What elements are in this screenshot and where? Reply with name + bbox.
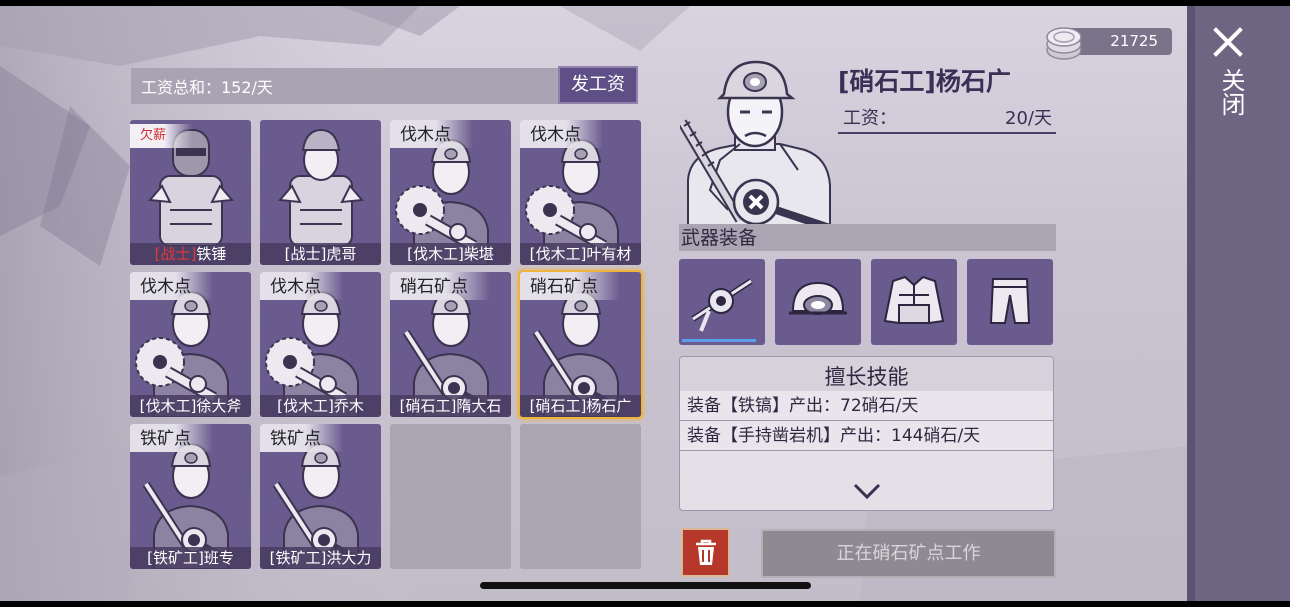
home-indicator[interactable] [480, 582, 811, 589]
salary-value: 20/天 [1005, 108, 1052, 129]
worker-name: [战士]铁锤 [130, 243, 251, 265]
vest-icon [883, 275, 945, 325]
silver-coin-icon [1046, 27, 1082, 60]
worker-card[interactable]: 欠薪 [战士]铁锤 [130, 120, 251, 265]
worker-role: [伐木工] [277, 397, 334, 415]
worker-card[interactable]: 伐木点 [伐木工]叶有材 [520, 120, 641, 265]
rock-drill-icon [691, 278, 753, 332]
pants-icon [989, 278, 1031, 324]
close-icon[interactable] [1212, 26, 1244, 58]
worker-name-text: 乔木 [333, 397, 364, 415]
worker-role: [伐木工] [529, 245, 587, 263]
work-location-label: 伐木点 [260, 272, 343, 300]
worker-name-text: 柴堪 [463, 245, 494, 263]
worker-card[interactable]: 铁矿点 [铁矿工]洪大力 [260, 424, 381, 569]
worker-card[interactable]: [战士]虎哥 [260, 120, 381, 265]
worker-card[interactable]: 硝石矿点 [硝石工]杨石广 [520, 272, 641, 417]
worker-name: [伐木工]徐大斧 [130, 395, 251, 417]
worker-role: [伐木工] [407, 245, 464, 263]
skills-title: 擅长技能 [680, 357, 1053, 391]
worker-role: [硝石工] [529, 397, 587, 415]
work-location-label: 硝石矿点 [390, 272, 490, 300]
worker-name-text: 洪大力 [326, 549, 372, 567]
worker-name: [伐木工]柴堪 [390, 243, 511, 265]
worker-name: [硝石工]隋大石 [390, 395, 511, 417]
work-location-label: 伐木点 [390, 120, 473, 148]
dismiss-worker-button[interactable] [681, 528, 730, 577]
worker-role: [战士] [284, 245, 327, 263]
worker-name: [战士]虎哥 [260, 243, 381, 265]
work-location-label: 硝石矿点 [520, 272, 620, 300]
worker-role: [伐木工] [139, 397, 197, 415]
selected-indicator [682, 339, 756, 342]
worker-role: [硝石工] [399, 397, 457, 415]
worker-name: [铁矿工]班专 [130, 547, 251, 569]
worker-name: [伐木工]乔木 [260, 395, 381, 417]
equipment-slot-legs[interactable] [967, 259, 1053, 345]
work-location-label: 伐木点 [520, 120, 603, 148]
helmet-icon [789, 281, 847, 315]
work-location-label: 铁矿点 [130, 424, 213, 452]
worker-name-text: 隋大石 [456, 397, 502, 415]
trash-icon [696, 539, 716, 565]
worker-name: [铁矿工]洪大力 [260, 547, 381, 569]
equipment-header: 武器装备 [679, 224, 1056, 251]
equipment-slot-head[interactable] [775, 259, 861, 345]
worker-card[interactable]: 铁矿点 [铁矿工]班专 [130, 424, 251, 569]
worker-name-text: 杨石广 [586, 397, 632, 415]
worker-name-text: 叶有材 [586, 245, 632, 263]
salary-label: 工资： [843, 108, 897, 129]
pay-wages-button[interactable]: 发工资 [558, 66, 638, 104]
equipment-slot-weapon[interactable] [679, 259, 765, 345]
work-location-label: 铁矿点 [260, 424, 343, 452]
worker-name-text: 虎哥 [326, 245, 357, 263]
work-location-label: 伐木点 [130, 272, 213, 300]
worker-role: [铁矿工] [147, 549, 204, 567]
worker-card[interactable]: 伐木点 [伐木工]柴堪 [390, 120, 511, 265]
unpaid-badge: 欠薪 [130, 124, 193, 148]
equipment-slot-body[interactable] [871, 259, 957, 345]
skill-line: 装备【手持凿岩机】产出：144硝石/天 [680, 421, 1053, 451]
skills-panel: 擅长技能 装备【铁镐】产出：72硝石/天 装备【手持凿岩机】产出：144硝石/天 [679, 356, 1054, 511]
wage-total: 工资总和：152/天 [131, 68, 559, 104]
worker-name-text: 铁锤 [196, 245, 227, 263]
worker-name: [伐木工]叶有材 [520, 243, 641, 265]
worker-card[interactable]: 伐木点 [伐木工]徐大斧 [130, 272, 251, 417]
salary-row: 工资： 20/天 [838, 106, 1056, 134]
worker-role: [铁矿工] [269, 549, 327, 567]
worker-title: [硝石工]杨石广 [838, 67, 1011, 96]
worker-name-text: 班专 [203, 549, 234, 567]
chevron-down-icon[interactable] [850, 481, 884, 501]
game-screen: 关闭 21725 工资总和：152/天 发工资 欠薪 [战士]铁锤 [战士]虎哥 伐木… [0, 6, 1290, 601]
work-status-button: 正在硝石矿点工作 [761, 529, 1056, 578]
close-label[interactable]: 关闭 [1213, 68, 1245, 116]
worker-name: [硝石工]杨石广 [520, 395, 641, 417]
worker-name-text: 徐大斧 [196, 397, 242, 415]
worker-card[interactable]: 硝石矿点 [硝石工]隋大石 [390, 272, 511, 417]
empty-worker-slot[interactable] [520, 424, 641, 569]
worker-portrait [680, 60, 832, 230]
worker-card[interactable]: 伐木点 [伐木工]乔木 [260, 272, 381, 417]
skill-line: 装备【铁镐】产出：72硝石/天 [680, 391, 1053, 421]
worker-role: [战士] [154, 245, 197, 263]
empty-worker-slot[interactable] [390, 424, 511, 569]
